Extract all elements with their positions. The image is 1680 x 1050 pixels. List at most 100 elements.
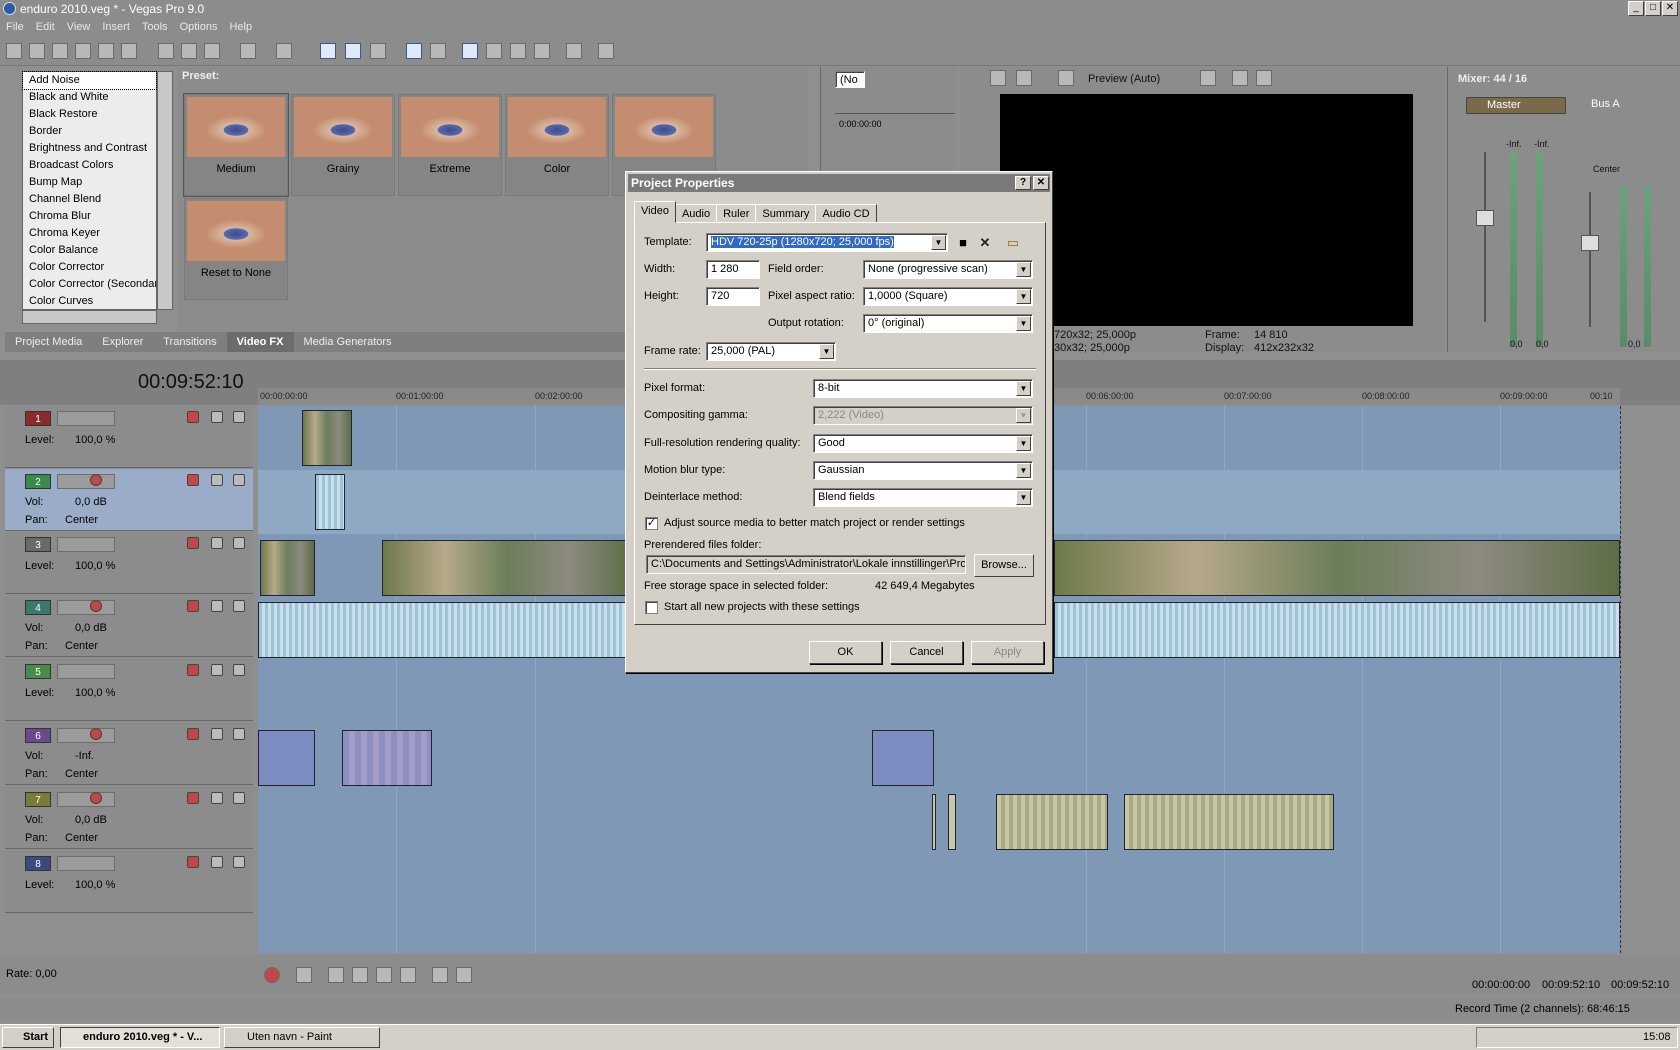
tab-transitions[interactable]: Transitions [153,332,226,352]
video-clip[interactable] [1054,540,1620,596]
save-icon[interactable] [52,43,68,59]
script-icon[interactable] [566,43,582,59]
play-icon[interactable] [352,967,368,983]
record-arm-icon[interactable] [90,600,102,612]
gear-icon[interactable] [187,856,199,868]
record-arm-icon[interactable] [90,792,102,804]
mute-icon[interactable] [211,474,223,486]
adjust-source-checkbox[interactable]: ✓ [645,517,658,530]
match-media-folder-icon[interactable]: ▭ [1003,233,1023,253]
fx-item[interactable]: Color Corrector (Secondary) [23,276,156,293]
audio-clip[interactable] [258,730,315,786]
overlays-icon[interactable] [1200,70,1216,86]
tab-video-fx[interactable]: Video FX [226,332,294,352]
track-header-3[interactable]: 3 Level: 100,0 % [5,532,253,594]
save-as-icon[interactable] [75,43,91,59]
record-arm-icon[interactable] [90,728,102,740]
gear-icon[interactable] [187,792,199,804]
track-name-field[interactable] [57,792,115,807]
properties-icon[interactable] [121,43,137,59]
track-header-6[interactable]: 6 Vol: -Inf. Pan: Center [5,723,253,785]
menu-edit[interactable]: Edit [30,18,61,36]
fx-item[interactable]: Color Corrector [23,259,156,276]
mute-icon[interactable] [211,792,223,804]
gear-icon[interactable] [187,411,199,423]
paste-icon[interactable] [204,43,220,59]
video-clip[interactable] [382,540,632,596]
menu-file[interactable]: File [0,18,30,36]
whats-this-help-icon[interactable] [598,43,614,59]
fx-item[interactable]: Black Restore [23,106,156,123]
track-pan-value[interactable]: Center [65,768,98,780]
solo-icon[interactable] [233,600,245,612]
track-header-4[interactable]: 4 Vol: 0,0 dB Pan: Center [5,595,253,657]
track-header-5[interactable]: 5 Level: 100,0 % [5,659,253,721]
copy-snapshot-icon[interactable] [1232,70,1248,86]
tab-audio[interactable]: Audio [674,204,718,223]
track-header-8[interactable]: 8 Level: 100,0 % [5,851,253,913]
audio-clip[interactable] [1124,794,1334,850]
track-name-field[interactable] [57,474,115,489]
mute-icon[interactable] [211,664,223,676]
dialog-close-button[interactable]: ✕ [1033,176,1049,190]
auto-crossfade-icon[interactable] [430,43,446,59]
fx-item[interactable]: Color Balance [23,242,156,259]
clock[interactable]: 15:08 [1643,1031,1671,1043]
rendering-quality-select[interactable]: Good ▼ [813,434,1033,453]
task-paint[interactable]: Uten navn - Paint [224,1027,380,1048]
fx-item[interactable]: Chroma Blur [23,208,156,225]
ok-button[interactable]: OK [809,641,882,664]
audio-clip[interactable] [1054,602,1620,658]
solo-icon[interactable] [233,728,245,740]
trimmer-mode-select[interactable]: (No [835,71,865,88]
maximize-button[interactable]: □ [1645,1,1661,16]
solo-icon[interactable] [233,537,245,549]
audio-clip[interactable] [872,730,934,786]
external-monitor-icon[interactable] [1016,70,1032,86]
video-clip[interactable] [260,540,315,596]
compositing-gamma-select[interactable]: 2,222 (Video) ▼ [813,406,1033,425]
loop-playback-icon[interactable] [296,967,312,983]
selection-length-timecode[interactable]: 00:09:52:10 [1611,979,1669,991]
fx-item[interactable]: Bump Map [23,174,156,191]
save-snapshot-icon[interactable] [1256,70,1272,86]
tab-video[interactable]: Video [634,201,676,223]
prerender-folder-input[interactable]: C:\Documents and Settings\Administrator\… [646,555,966,574]
new-icon[interactable] [6,43,22,59]
gear-icon[interactable] [187,664,199,676]
start-all-projects-checkbox[interactable] [645,601,658,614]
gear-icon[interactable] [187,474,199,486]
selection-tool-icon[interactable] [510,43,526,59]
lock-envelopes-icon[interactable] [345,43,361,59]
play-from-start-icon[interactable] [328,967,344,983]
fx-list-scrollbar[interactable] [157,71,173,310]
height-input[interactable]: 720 [706,287,760,306]
track-name-field[interactable] [57,537,115,552]
apply-button[interactable]: Apply [971,641,1044,664]
preset-color[interactable]: Color [505,94,609,196]
master-fader[interactable] [1476,210,1494,226]
copy-icon[interactable] [181,43,197,59]
mute-icon[interactable] [211,411,223,423]
open-icon[interactable] [29,43,45,59]
menu-options[interactable]: Options [174,18,224,36]
track-pan-value[interactable]: Center [65,832,98,844]
audio-clip[interactable] [996,794,1108,850]
redo-icon[interactable] [276,43,292,59]
track-name-field[interactable] [57,728,115,743]
start-button[interactable]: Start [2,1027,54,1048]
gear-icon[interactable] [187,728,199,740]
selection-end-timecode[interactable]: 00:09:52:10 [1542,979,1600,991]
selection-start-timecode[interactable]: 00:00:00:00 [1472,979,1530,991]
pixel-aspect-select[interactable]: 1,0000 (Square) ▼ [863,287,1033,306]
pixel-format-select[interactable]: 8-bit ▼ [813,379,1033,398]
field-order-select[interactable]: None (progressive scan) ▼ [863,260,1033,279]
envelope-tool-icon[interactable] [486,43,502,59]
bus-a-header[interactable]: Bus A [1571,97,1671,114]
solo-icon[interactable] [233,664,245,676]
browse-button[interactable]: Browse... [974,554,1034,577]
menu-view[interactable]: View [61,18,97,36]
minimize-button[interactable]: _ [1628,1,1644,16]
preset-medium[interactable]: Medium [183,93,289,197]
video-clip[interactable] [302,410,352,466]
